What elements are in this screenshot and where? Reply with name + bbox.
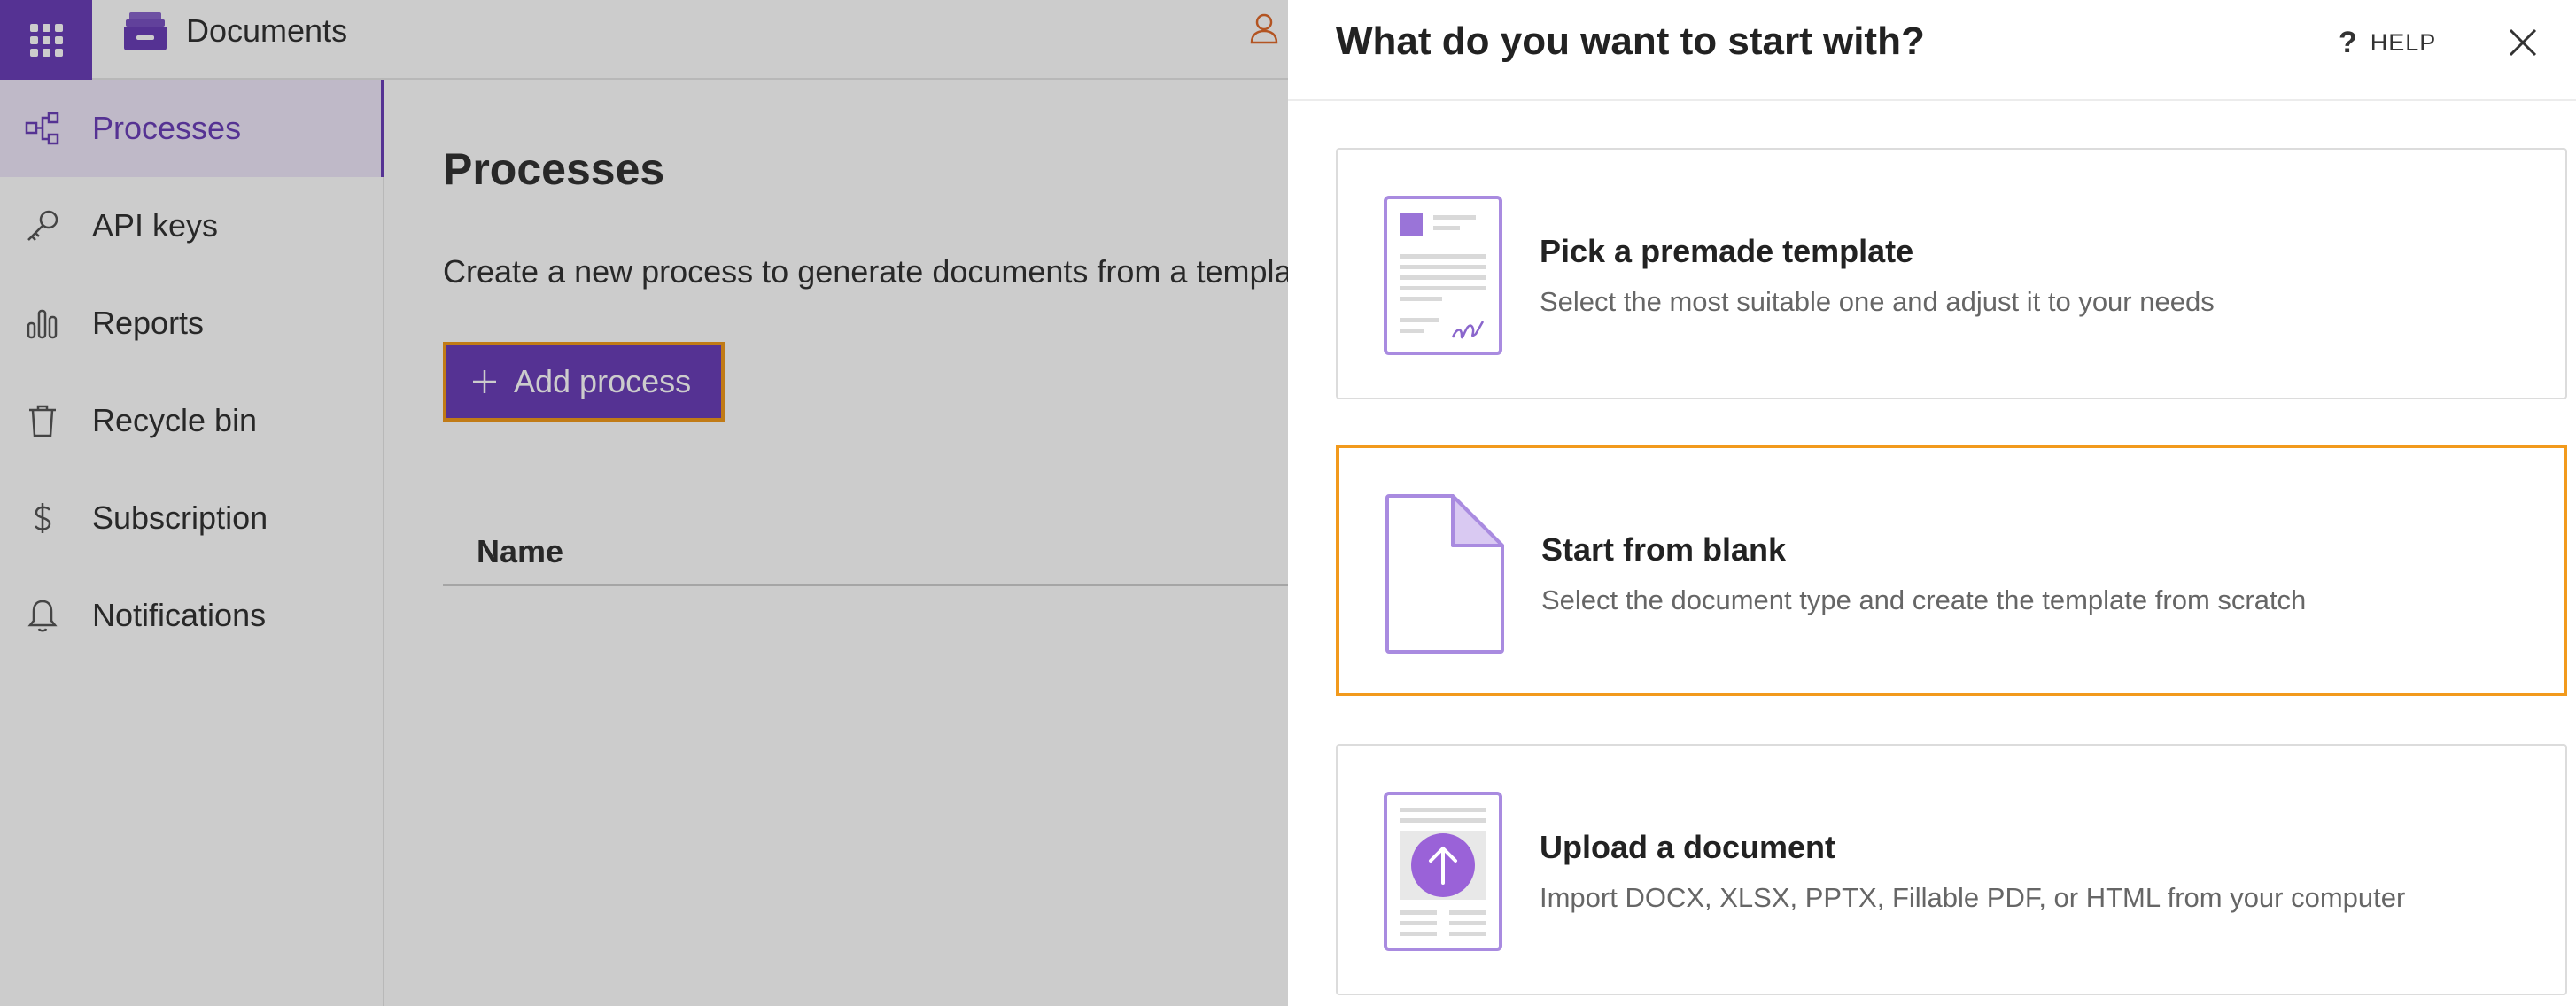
start-options-drawer: What do you want to start with? ? HELP P… [1288, 0, 2576, 1006]
blank-document-icon [1385, 494, 1504, 654]
help-label: HELP [2370, 28, 2437, 56]
option-title: Start from blank [1541, 531, 1787, 568]
option-description: Select the most suitable one and adjust … [1540, 286, 2215, 317]
option-upload-document[interactable]: Upload a document Import DOCX, XLSX, PPT… [1336, 744, 2567, 995]
upload-document-icon [1384, 792, 1502, 951]
option-premade-template[interactable]: Pick a premade template Select the most … [1336, 148, 2567, 399]
option-title: Pick a premade template [1540, 233, 1914, 269]
modal-backdrop[interactable] [0, 0, 1288, 1006]
question-mark-icon: ? [2339, 25, 2358, 59]
close-icon[interactable] [2505, 25, 2541, 60]
option-description: Import DOCX, XLSX, PPTX, Fillable PDF, o… [1540, 882, 2406, 913]
help-button[interactable]: ? HELP [2339, 25, 2436, 60]
drawer-title: What do you want to start with? [1336, 19, 1925, 63]
option-description: Select the document type and create the … [1541, 584, 2307, 615]
drawer-header: What do you want to start with? ? HELP [1288, 0, 2576, 101]
option-title: Upload a document [1540, 829, 1836, 865]
option-start-from-blank[interactable]: Start from blank Select the document typ… [1336, 445, 2567, 696]
template-document-icon [1384, 196, 1502, 355]
